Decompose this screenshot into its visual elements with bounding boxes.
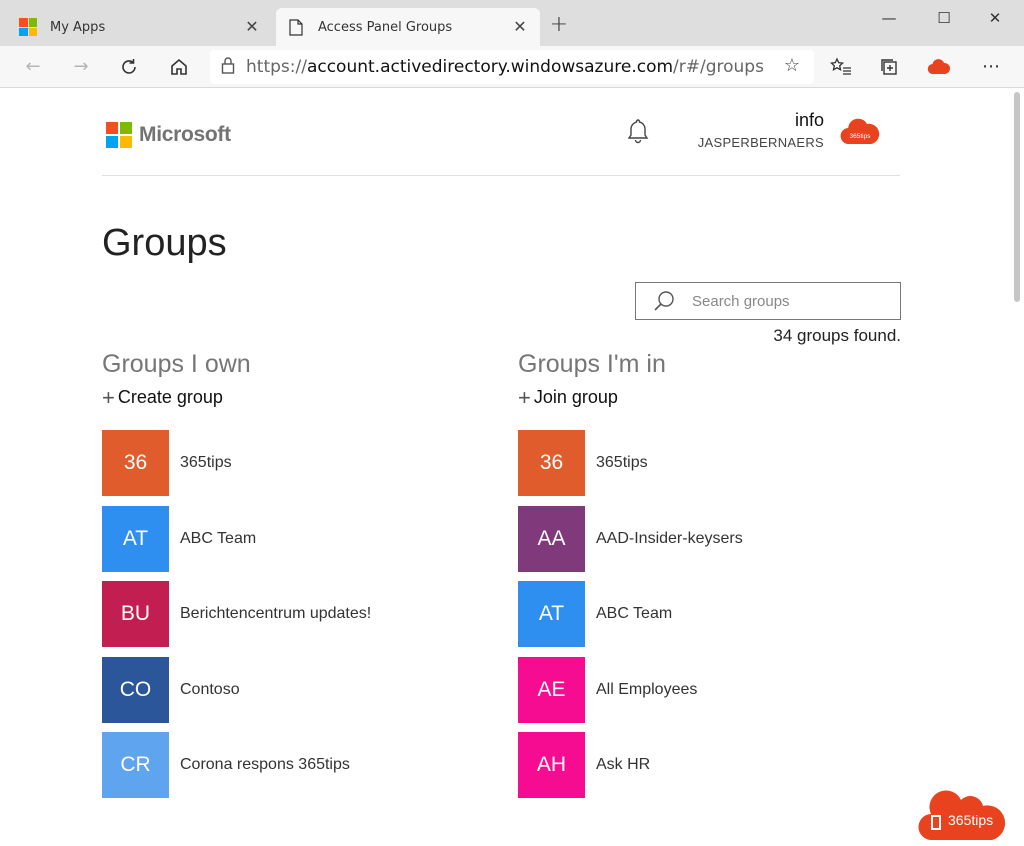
microsoft-logo-icon	[106, 122, 132, 148]
close-window-icon[interactable]: ✕	[972, 4, 1018, 34]
action-label: Create group	[117, 387, 223, 407]
group-item[interactable]: AT ABC Team	[102, 505, 502, 572]
forward-arrow-icon[interactable]: →	[66, 53, 96, 81]
plus-icon: +	[102, 384, 115, 410]
user-info[interactable]: info JASPERBERNAERS	[698, 110, 824, 150]
back-arrow-icon[interactable]: ←	[18, 53, 48, 81]
notification-bell-icon[interactable]	[626, 118, 650, 144]
search-box[interactable]	[635, 282, 901, 320]
watermark-logo: 365tips	[918, 786, 1006, 842]
group-name[interactable]: AAD-Insider-keysers	[596, 530, 743, 548]
group-tile[interactable]: AE	[518, 656, 585, 723]
user-tenant: JASPERBERNAERS	[697, 135, 824, 150]
search-icon	[636, 289, 692, 313]
group-name[interactable]: 365tips	[596, 454, 648, 472]
scrollbar[interactable]	[1014, 92, 1020, 302]
page-content: Microsoft info JASPERBERNAERS 365tips Gr…	[0, 88, 1024, 841]
more-icon[interactable]: ⋯	[976, 53, 1006, 81]
microsoft-logo[interactable]: Microsoft	[106, 122, 231, 148]
group-tile[interactable]: AT	[102, 505, 169, 572]
group-item[interactable]: AE All Employees	[518, 656, 918, 723]
groups-own-section: Groups I own + Create group 36 365tips AT A…	[102, 350, 502, 808]
avatar-text: 365tips	[850, 133, 872, 140]
group-item[interactable]: 36 365tips	[518, 430, 918, 496]
group-tile[interactable]: AA	[518, 505, 585, 572]
group-tile[interactable]: CO	[102, 656, 169, 723]
close-tab-icon[interactable]: ✕	[242, 17, 262, 37]
join-group-button[interactable]: + Join group	[518, 384, 918, 410]
maximize-icon[interactable]: ☐	[921, 4, 967, 34]
group-tile[interactable]: AT	[518, 581, 585, 647]
group-name[interactable]: Berichtencentrum updates!	[180, 605, 371, 623]
favorites-icon[interactable]	[826, 53, 856, 81]
browser-toolbar: ← → https://account.activedirectory.wind…	[0, 46, 1024, 88]
group-tile[interactable]: AH	[518, 732, 585, 798]
microsoft-logo-icon	[18, 17, 38, 37]
watermark-text: 365tips	[948, 812, 994, 828]
group-tile[interactable]: BU	[102, 581, 169, 647]
star-icon[interactable]: ☆	[784, 55, 800, 76]
plus-icon: +	[518, 384, 531, 410]
portal-header: Microsoft info JASPERBERNAERS 365tips	[102, 88, 900, 176]
home-icon[interactable]	[164, 53, 194, 81]
page-title: Groups	[102, 222, 227, 264]
tab-access-panel-groups[interactable]: Access Panel Groups ✕	[276, 8, 540, 46]
section-heading: Groups I'm in	[518, 350, 666, 378]
tab-label: My Apps	[50, 19, 106, 35]
collections-icon[interactable]	[874, 53, 904, 81]
group-name[interactable]: Contoso	[180, 681, 240, 699]
browser-tab-strip: My Apps ✕ Access Panel Groups ✕ + — ☐ ✕	[0, 0, 1024, 46]
groups-in-section: Groups I'm in + Join group 36 365tips AA AA…	[518, 350, 918, 808]
tab-my-apps[interactable]: My Apps ✕	[8, 8, 272, 46]
group-tile[interactable]: CR	[102, 732, 169, 798]
group-name[interactable]: 365tips	[180, 454, 232, 472]
tab-label: Access Panel Groups	[318, 19, 453, 35]
user-name: info	[794, 110, 824, 130]
group-tile[interactable]: 36	[102, 430, 169, 496]
group-name[interactable]: Corona respons 365tips	[180, 756, 350, 774]
group-item[interactable]: AA AAD-Insider-keysers	[518, 505, 918, 572]
group-name[interactable]: ABC Team	[596, 605, 672, 623]
group-item[interactable]: 36 365tips	[102, 430, 502, 496]
group-name[interactable]: ABC Team	[180, 530, 256, 548]
new-tab-button[interactable]: +	[545, 12, 573, 40]
avatar[interactable]: 365tips	[840, 118, 880, 146]
group-name[interactable]: All Employees	[596, 681, 697, 699]
search-input[interactable]	[692, 292, 882, 310]
lock-icon	[210, 56, 246, 78]
group-item[interactable]: CO Contoso	[102, 656, 502, 723]
group-item[interactable]: BU Berichtencentrum updates!	[102, 581, 502, 647]
url-text: https://account.activedirectory.windowsa…	[246, 57, 764, 77]
section-heading: Groups I own	[102, 350, 251, 378]
address-bar[interactable]: https://account.activedirectory.windowsa…	[210, 50, 814, 84]
group-list: 36 365tips AT ABC Team BU Berichtencentrum up…	[102, 430, 502, 798]
action-label: Join group	[533, 387, 618, 407]
group-name[interactable]: Ask HR	[596, 756, 650, 774]
group-list: 36 365tips AA AAD-Insider-keysers AT ABC Team…	[518, 430, 918, 798]
minimize-icon[interactable]: —	[866, 4, 912, 34]
refresh-icon[interactable]	[114, 53, 144, 81]
create-group-button[interactable]: + Create group	[102, 384, 502, 410]
group-item[interactable]: AT ABC Team	[518, 581, 918, 647]
result-count: 34 groups found.	[773, 326, 901, 345]
group-item[interactable]: AH Ask HR	[518, 732, 918, 798]
group-item[interactable]: CR Corona respons 365tips	[102, 732, 502, 798]
group-tile[interactable]: 36	[518, 430, 585, 496]
page-icon	[286, 17, 306, 37]
logo-text: Microsoft	[139, 123, 231, 146]
close-tab-icon[interactable]: ✕	[510, 17, 530, 37]
office-cloud-icon[interactable]	[924, 53, 954, 81]
